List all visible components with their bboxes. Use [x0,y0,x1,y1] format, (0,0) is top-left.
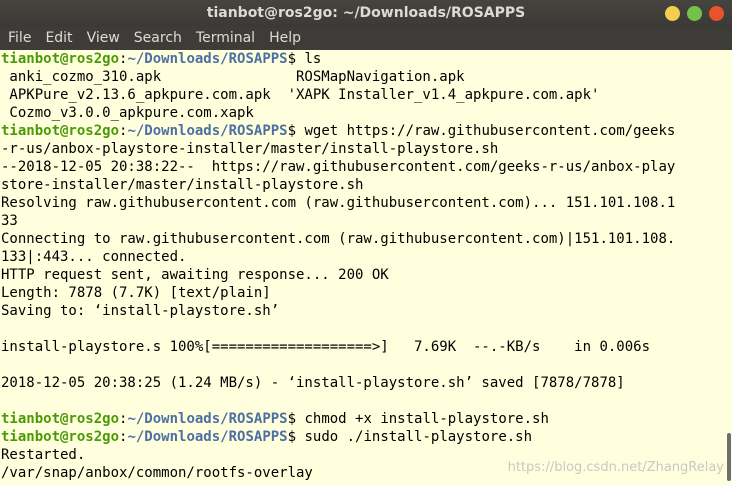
output-line: install-playstore.s 100%[===============… [1,339,651,355]
output-line: HTTP request sent, awaiting response... … [1,267,389,283]
close-icon[interactable] [709,6,724,21]
command-text: $ sudo ./install-playstore.sh [287,429,533,445]
output-line: store-installer/master/install-playstore… [1,177,364,193]
prompt-line: tianbot@ros2go:~/Downloads/ROSAPPS$ chmo… [0,410,732,428]
menu-edit[interactable]: Edit [38,27,79,50]
output-line: anki_cozmo_310.apk ROSMapNavigation.apk [1,69,465,85]
output-line: Resolving raw.githubusercontent.com (raw… [1,195,676,211]
menu-help[interactable]: Help [262,27,308,50]
command-text: $ wget https://raw.githubusercontent.com… [287,123,676,139]
prompt-path: ~/Downloads/ROSAPPS [127,429,288,445]
prompt-line: tianbot@ros2go:~/Downloads/ROSAPPS$ wget… [0,122,732,140]
command-text: $ chmod +x install-playstore.sh [287,411,549,427]
window-title: tianbot@ros2go: ~/Downloads/ROSAPPS [206,5,526,21]
title-bar[interactable]: tianbot@ros2go: ~/Downloads/ROSAPPS [0,0,732,27]
output-line: APKPure_v2.13.6_apkpure.com.apk 'XAPK In… [1,87,600,103]
prompt-user: tianbot@ros2go [1,411,120,427]
prompt-path: ~/Downloads/ROSAPPS [127,51,288,67]
prompt-user: tianbot@ros2go [1,51,120,67]
command-text: $ ls [287,51,322,67]
output-line: Cozmo_v3.0.0_apkpure.com.xapk [1,105,254,121]
prompt-user: tianbot@ros2go [1,429,120,445]
maximize-icon[interactable] [687,6,702,21]
output-line: -r-us/anbox-playstore-installer/master/i… [1,141,499,157]
output-line: 133|:443... connected. [1,249,187,265]
window-controls [665,6,724,21]
menu-bar: File Edit View Search Terminal Help [0,27,732,50]
minimize-icon[interactable] [665,6,680,21]
output-line: --2018-12-05 20:38:22-- https://raw.gith… [1,159,676,175]
menu-search[interactable]: Search [127,27,189,50]
output-line: Connecting to raw.githubusercontent.com … [1,231,676,247]
prompt-line: tianbot@ros2go:~/Downloads/ROSAPPS$ sudo… [0,428,732,446]
menu-terminal[interactable]: Terminal [189,27,262,50]
menu-file[interactable]: File [0,27,38,50]
watermark-text: https://blog.csdn.net/ZhangRelay [507,460,724,475]
output-line: 2018-12-05 20:38:25 (1.24 MB/s) - ‘insta… [1,375,625,391]
prompt-line: tianbot@ros2go:~/Downloads/ROSAPPS$ ls [0,50,732,68]
prompt-path: ~/Downloads/ROSAPPS [127,411,288,427]
menu-view[interactable]: View [80,27,127,50]
prompt-user: tianbot@ros2go [1,123,120,139]
output-line: Length: 7878 (7.7K) [text/plain] [1,285,271,301]
terminal-output[interactable]: tianbot@ros2go:~/Downloads/ROSAPPS$ ls a… [0,50,732,485]
prompt-path: ~/Downloads/ROSAPPS [127,123,288,139]
scrollbar[interactable] [727,433,731,481]
output-line: 33 [1,213,18,229]
output-line: Saving to: ‘install-playstore.sh’ [1,303,280,319]
